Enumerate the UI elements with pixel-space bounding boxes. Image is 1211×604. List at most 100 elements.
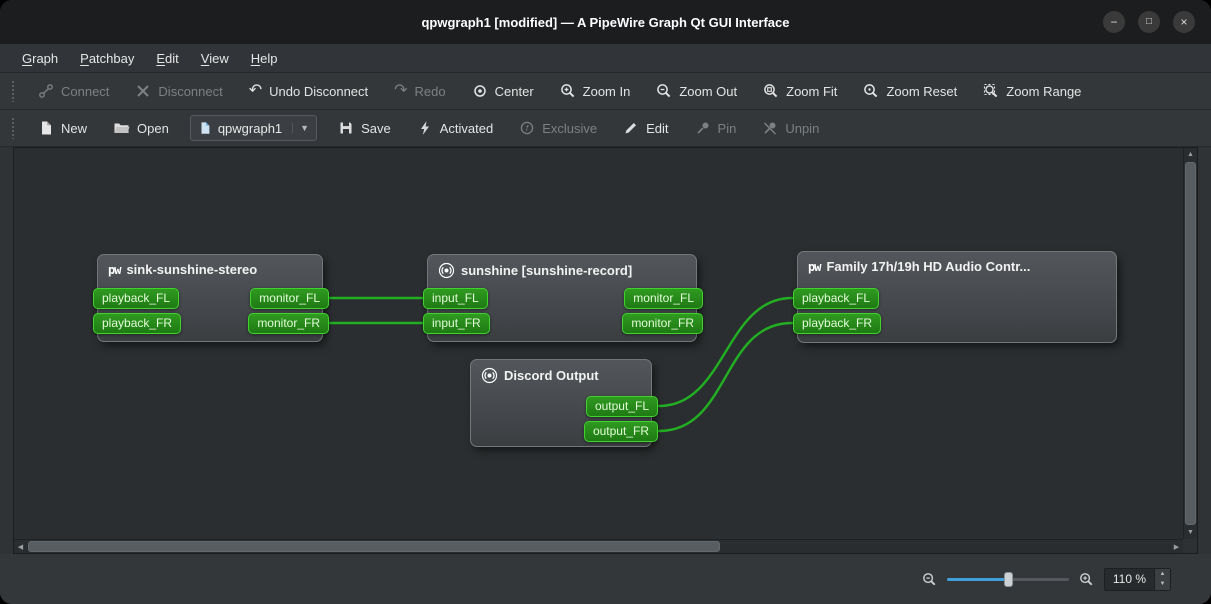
file-icon <box>201 122 210 134</box>
scroll-right-arrow[interactable]: ▶ <box>1170 540 1183 553</box>
open-button[interactable]: Open <box>100 110 182 146</box>
zoom-out-icon[interactable] <box>922 572 937 587</box>
connect-button[interactable]: Connect <box>25 73 122 109</box>
exclusive-icon: f <box>520 121 534 135</box>
disconnect-icon <box>137 85 150 97</box>
redo-button[interactable]: ↷ Redo <box>381 73 458 109</box>
center-button[interactable]: Center <box>459 73 547 109</box>
node-title: sunshine [sunshine-record] <box>461 263 633 278</box>
scroll-down-arrow[interactable]: ▼ <box>1184 526 1197 539</box>
exclusive-toggle[interactable]: f Exclusive <box>506 110 610 146</box>
node-discord-output[interactable]: Discord Output output_FL output_FR <box>470 359 658 447</box>
menubar: Graph Patchbay Edit View Help <box>0 44 1211 73</box>
node-sink-sunshine-stereo[interactable]: pw sink-sunshine-stereo playback_FL play… <box>93 254 329 342</box>
pipewire-icon: pw <box>808 259 821 274</box>
port-input-fr[interactable]: input_FR <box>423 313 490 334</box>
toolbar-grip[interactable] <box>11 80 16 102</box>
app-window: qpwgraph1 [modified] — A PipeWire Graph … <box>0 0 1211 604</box>
port-playback-fr[interactable]: playback_FR <box>93 313 182 334</box>
spinbox-arrows: ▲ ▼ <box>1154 568 1170 590</box>
pin-button[interactable]: Pin <box>682 110 750 146</box>
port-playback-fl[interactable]: playback_FL <box>793 288 880 309</box>
maximize-button[interactable]: □ <box>1138 11 1160 33</box>
undo-disconnect-button[interactable]: ↶ Undo Disconnect <box>236 73 381 109</box>
stream-icon <box>481 367 498 384</box>
minimize-button[interactable]: − <box>1103 11 1125 33</box>
spin-up-arrow[interactable]: ▲ <box>1155 569 1170 580</box>
menu-view[interactable]: View <box>191 47 239 70</box>
vertical-scroll-thumb[interactable] <box>1185 162 1196 525</box>
close-button[interactable]: × <box>1173 11 1195 33</box>
port-playback-fl[interactable]: playback_FL <box>93 288 180 309</box>
statusbar: 110 % ▲ ▼ <box>0 554 1211 604</box>
undo-icon: ↶ <box>248 82 263 99</box>
zoom-range-button[interactable]: Zoom Range <box>970 73 1094 109</box>
port-monitor-fr[interactable]: monitor_FR <box>248 313 329 334</box>
node-title: sink-sunshine-stereo <box>126 262 258 277</box>
port-monitor-fl[interactable]: monitor_FL <box>624 288 703 309</box>
save-icon <box>340 122 352 134</box>
titlebar: qpwgraph1 [modified] — A PipeWire Graph … <box>0 0 1211 44</box>
menu-edit[interactable]: Edit <box>146 47 188 70</box>
open-folder-icon <box>114 123 130 133</box>
connect-icon <box>39 84 53 98</box>
window-controls: − □ × <box>1103 0 1195 44</box>
port-output-fl[interactable]: output_FL <box>585 396 658 417</box>
zoom-in-icon <box>560 84 574 98</box>
spin-down-arrow[interactable]: ▼ <box>1155 579 1170 590</box>
menu-help[interactable]: Help <box>241 47 288 70</box>
port-playback-fr[interactable]: playback_FR <box>793 313 882 334</box>
disconnect-button[interactable]: Disconnect <box>122 73 235 109</box>
slider-handle[interactable] <box>1003 572 1013 587</box>
pencil-icon <box>625 123 637 134</box>
connections-layer <box>326 296 794 433</box>
combo-value: qpwgraph1 <box>217 120 283 136</box>
toolbar-grip[interactable] <box>11 117 16 139</box>
menu-patchbay[interactable]: Patchbay <box>70 47 144 70</box>
stream-icon <box>438 262 455 279</box>
horizontal-scrollbar[interactable]: ◀ ▶ <box>14 539 1183 553</box>
port-monitor-fl[interactable]: monitor_FL <box>250 288 329 309</box>
zoom-out-button[interactable]: Zoom Out <box>643 73 750 109</box>
edit-toggle[interactable]: Edit <box>610 110 681 146</box>
port-input-fl[interactable]: input_FL <box>423 288 488 309</box>
node-title: Discord Output <box>504 368 599 383</box>
port-output-fr[interactable]: output_FR <box>583 421 658 442</box>
unpin-button[interactable]: Unpin <box>749 110 832 146</box>
horizontal-scroll-thumb[interactable] <box>28 541 720 552</box>
activated-toggle[interactable]: Activated <box>404 110 506 146</box>
chevron-down-icon[interactable]: ▼ <box>292 123 309 133</box>
scroll-left-arrow[interactable]: ◀ <box>14 540 27 553</box>
menu-graph[interactable]: Graph <box>12 47 68 70</box>
node-sunshine-record[interactable]: sunshine [sunshine-record] input_FL inpu… <box>423 254 703 342</box>
zoom-range-icon <box>984 83 998 98</box>
pipewire-icon: pw <box>108 262 121 277</box>
zoom-spinbox[interactable]: 110 % ▲ ▼ <box>1103 567 1171 591</box>
graph-canvas[interactable]: pw sink-sunshine-stereo playback_FL play… <box>14 148 1183 539</box>
scrollbar-corner <box>1183 539 1197 553</box>
graph-view: pw sink-sunshine-stereo playback_FL play… <box>13 147 1198 554</box>
zoom-out-icon <box>657 84 671 98</box>
vertical-scrollbar[interactable]: ▲ ▼ <box>1183 148 1197 539</box>
zoom-fit-icon <box>764 84 778 98</box>
unpin-icon <box>764 122 777 135</box>
zoom-in-icon[interactable] <box>1079 572 1094 587</box>
central-area: pw sink-sunshine-stereo playback_FL play… <box>0 147 1211 554</box>
pin-icon <box>696 122 709 134</box>
port-monitor-fr[interactable]: monitor_FR <box>622 313 703 334</box>
lightning-bolt-icon <box>420 121 429 135</box>
node-title: Family 17h/19h HD Audio Contr... <box>826 259 1031 274</box>
zoom-reset-icon <box>864 84 878 98</box>
zoom-value[interactable]: 110 % <box>1105 572 1154 586</box>
svg-text:f: f <box>526 124 529 133</box>
zoom-reset-button[interactable]: Zoom Reset <box>850 73 970 109</box>
zoom-fit-button[interactable]: Zoom Fit <box>750 73 850 109</box>
scroll-up-arrow[interactable]: ▲ <box>1184 148 1197 161</box>
patchbay-profile-combo[interactable]: qpwgraph1 ▼ <box>189 115 318 141</box>
save-button[interactable]: Save <box>325 110 404 146</box>
graph-toolbar: Connect Disconnect ↶ Undo Disconnect ↷ R… <box>0 73 1211 110</box>
new-button[interactable]: New <box>25 110 100 146</box>
zoom-in-button[interactable]: Zoom In <box>547 73 644 109</box>
node-family-hd-audio[interactable]: pw Family 17h/19h HD Audio Contr... play… <box>793 251 1117 343</box>
zoom-slider[interactable] <box>946 571 1069 587</box>
